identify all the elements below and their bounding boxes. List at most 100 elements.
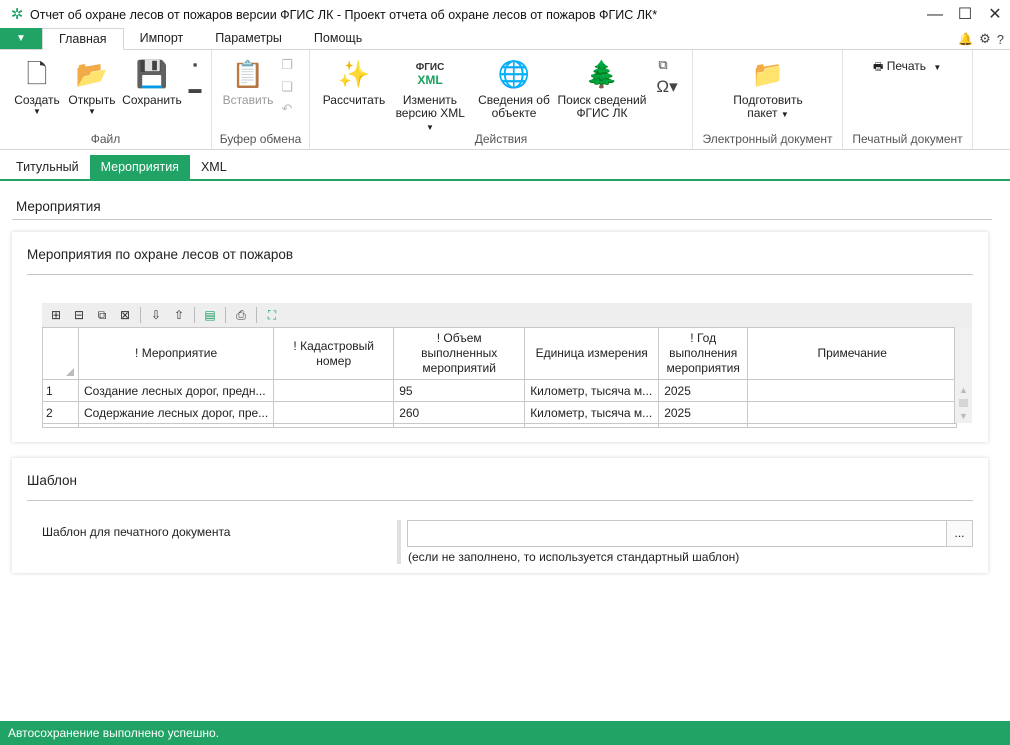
search-fgis-button[interactable]: 🌲 Поиск сведений ФГИС ЛК <box>554 58 650 120</box>
cell-event[interactable]: Создание лесных дорог, предн... <box>77 379 275 402</box>
scroll-down-icon[interactable]: ▼ <box>959 411 968 421</box>
cell-cadastral[interactable] <box>273 401 395 424</box>
cell-year[interactable]: 2025 <box>658 401 749 424</box>
divider <box>27 500 973 501</box>
row-number: 1 <box>42 379 79 402</box>
new-document-icon: 🗋 <box>26 59 48 89</box>
chevron-down-icon: ▼ <box>780 110 789 119</box>
tab-import[interactable]: Импорт <box>124 28 200 49</box>
open-button[interactable]: 📂 Открыть ▼ <box>66 58 118 116</box>
maximize-button[interactable]: ☐ <box>950 0 980 29</box>
print-button[interactable]: 🖶 Печать ▼ <box>873 60 953 74</box>
table-row[interactable]: 1 Создание лесных дорог, предн... 95 Кил… <box>42 379 958 402</box>
cell-volume[interactable]: 95 <box>393 379 526 402</box>
column-header-event[interactable]: ! Мероприятие <box>77 327 275 380</box>
insert-row-icon[interactable]: ⊟ <box>69 305 89 325</box>
fgis-xml-icon: ФГИС XML <box>415 62 445 87</box>
row-number: 2 <box>42 401 79 424</box>
delete-row-icon[interactable]: ⊠ <box>115 305 135 325</box>
save-button[interactable]: 💾 Сохранить <box>120 58 184 107</box>
cell-note[interactable] <box>747 379 958 402</box>
tab-title-page[interactable]: Титульный <box>5 155 90 179</box>
column-header-note[interactable]: Примечание <box>747 327 958 380</box>
row-selector-header[interactable] <box>42 327 79 380</box>
title-bar: ✲ Отчет об охране лесов от пожаров верси… <box>0 0 1010 29</box>
add-row-icon[interactable]: ⊞ <box>46 305 66 325</box>
toolbar-separator <box>256 307 257 323</box>
help-icon[interactable]: ? <box>997 32 1004 47</box>
calculate-button[interactable]: ✨ Рассчитать <box>320 58 388 107</box>
print-grid-icon[interactable]: ⎙ <box>231 305 251 325</box>
paste-button[interactable]: 📋 Вставить <box>220 58 276 107</box>
usb-folder-icon: 📁 <box>751 59 785 89</box>
toolbar-separator <box>194 307 195 323</box>
magic-wand-icon: ✨ <box>337 59 371 89</box>
tab-events[interactable]: Мероприятия <box>89 155 190 179</box>
tab-home[interactable]: Главная <box>42 28 124 50</box>
tab-help[interactable]: Помощь <box>298 28 378 49</box>
column-header-cadastral[interactable]: ! Кадастровый номер <box>273 327 395 380</box>
table-row[interactable]: 2 Содержание лесных дорог, пре... 260 Ки… <box>42 401 958 424</box>
actions-group: ✨ Рассчитать ФГИС XML Изменить версию XM… <box>310 50 693 150</box>
prepare-package-button[interactable]: 📁 Подготовить пакет ▼ <box>723 58 813 121</box>
move-down-icon[interactable]: ⇩ <box>146 305 166 325</box>
electronic-document-group-label: Электронный документ <box>702 132 833 146</box>
cell-year[interactable]: 2025 <box>658 379 749 402</box>
template-path-input[interactable] <box>407 520 947 547</box>
cell-note[interactable] <box>747 401 958 424</box>
cell-unit[interactable]: Километр, тысяча м... <box>524 401 660 424</box>
browse-button[interactable]: ... <box>946 520 973 547</box>
document-tab-bar: Титульный Мероприятия XML <box>0 155 1010 181</box>
omega-symbol-icon[interactable]: Ω▾ <box>654 78 680 96</box>
column-header-unit[interactable]: Единица измерения <box>524 327 660 380</box>
folder-icon[interactable]: ▬ <box>186 80 204 98</box>
object-info-button[interactable]: 🌐 Сведения об объекте <box>474 58 554 120</box>
chevron-down-icon: ▼ <box>33 107 41 116</box>
change-xml-version-button[interactable]: ФГИС XML Изменить версию XML ▼ <box>390 58 470 134</box>
expand-icon[interactable]: ⛶ <box>262 305 282 325</box>
page-title: Мероприятия <box>16 199 101 214</box>
tab-parameters[interactable]: Параметры <box>199 28 298 49</box>
file-menu-button[interactable]: ▼ <box>0 28 42 49</box>
field-indicator <box>397 520 401 564</box>
ribbon: 🗋 Создать ▼ 📂 Открыть ▼ 💾 Сохранить ▪ ▬ … <box>0 50 1010 150</box>
cell-unit[interactable]: Километр, тысяча м... <box>524 379 660 402</box>
template-panel-title: Шаблон <box>27 473 77 488</box>
cell-event[interactable]: Содержание лесных дорог, пре... <box>77 401 275 424</box>
copy-row-icon[interactable]: ⧉ <box>92 305 112 325</box>
fill-icon[interactable]: ▤ <box>200 305 220 325</box>
create-button[interactable]: 🗋 Создать ▼ <box>12 58 62 116</box>
electronic-document-group: 📁 Подготовить пакет ▼ Электронный докуме… <box>693 50 843 150</box>
save-as-icon[interactable]: ▪ <box>186 56 204 74</box>
toolbar-separator <box>225 307 226 323</box>
close-button[interactable]: ✕ <box>980 0 1010 29</box>
window-title: Отчет об охране лесов от пожаров версии … <box>30 7 658 22</box>
cell-cadastral[interactable] <box>273 379 395 402</box>
template-field-label: Шаблон для печатного документа <box>42 525 231 539</box>
scroll-up-icon[interactable]: ▲ <box>959 385 968 395</box>
ribbon-tab-bar: ▼ Главная Импорт Параметры Помощь <box>0 28 1010 50</box>
copy-icon[interactable]: ❐ <box>278 56 296 74</box>
column-header-volume[interactable]: ! Объем выполненных мероприятий <box>393 327 526 380</box>
toolbar-separator <box>140 307 141 323</box>
grid-toolbar: ⊞ ⊟ ⧉ ⊠ ⇩ ⇧ ▤ ⎙ ⛶ <box>42 303 972 327</box>
cell-volume[interactable]: 260 <box>393 401 526 424</box>
actions-group-label: Действия <box>474 132 528 146</box>
undo-icon[interactable]: ↶ <box>278 100 296 118</box>
table-header-row: ! Мероприятие ! Кадастровый номер ! Объе… <box>42 327 958 380</box>
status-bar: Автосохранение выполнено успешно. <box>0 721 1010 745</box>
chevron-down-icon: ▼ <box>88 107 96 116</box>
minimize-button[interactable]: — <box>920 0 950 29</box>
floppy-disk-icon: 💾 <box>135 59 169 89</box>
bell-icon[interactable]: 🔔 <box>958 32 973 46</box>
file-group-label: Файл <box>90 132 121 146</box>
move-up-icon[interactable]: ⇧ <box>169 305 189 325</box>
cut-icon[interactable]: ❏ <box>278 78 296 96</box>
column-header-year[interactable]: ! Год выполнения мероприятия <box>658 327 749 380</box>
scroll-thumb[interactable] <box>959 399 968 407</box>
windows-icon[interactable]: ⧉ <box>654 56 672 74</box>
gear-icon[interactable]: ⚙ <box>979 31 991 47</box>
vertical-scrollbar[interactable]: ▲ ▼ <box>954 327 972 423</box>
tab-xml[interactable]: XML <box>190 155 238 179</box>
template-panel: Шаблон Шаблон для печатного документа ..… <box>12 458 988 573</box>
